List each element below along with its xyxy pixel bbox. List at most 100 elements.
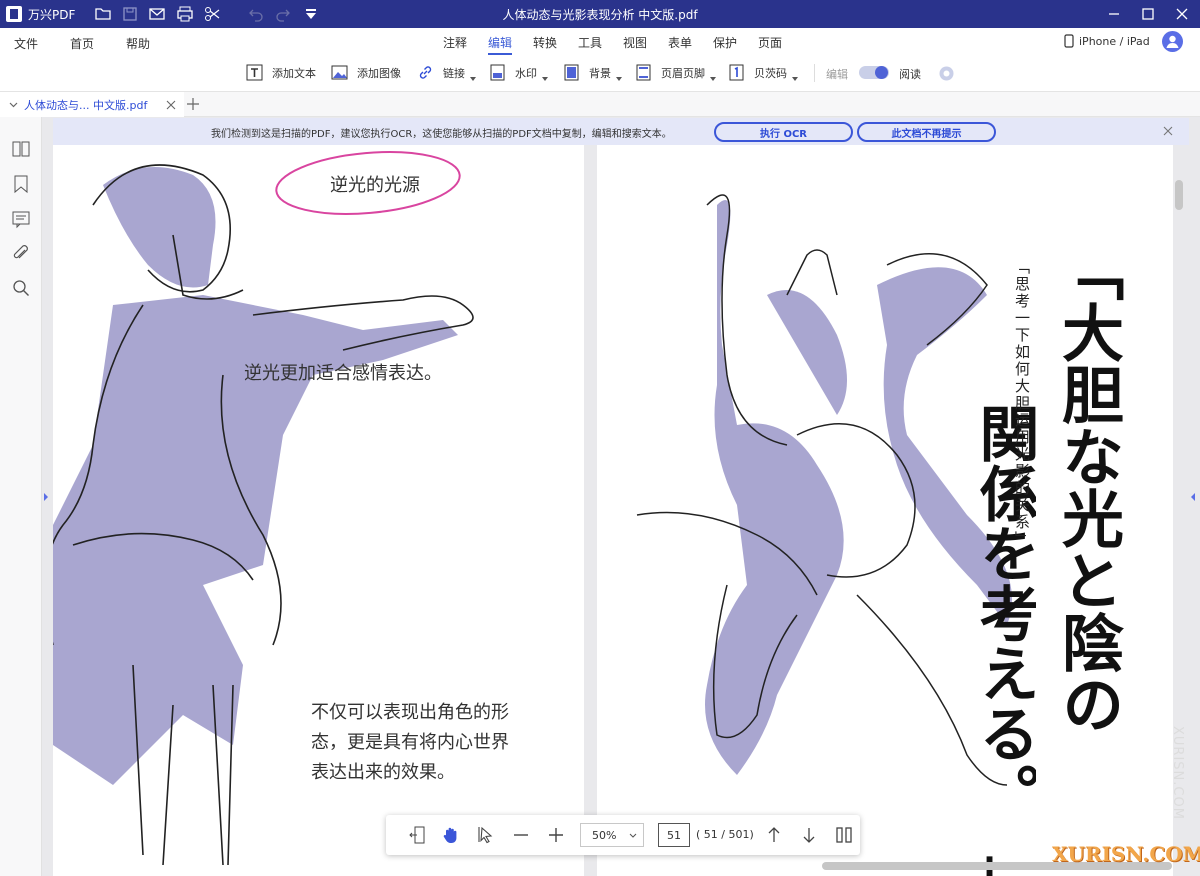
vertical-scrollbar[interactable] — [1175, 180, 1183, 210]
navigation-toolbar: 50% 51 ( 51 / 501) — [386, 815, 860, 855]
settings-gear-icon[interactable] — [937, 64, 956, 83]
bates-number-icon — [729, 64, 744, 81]
background-button[interactable]: 背景 — [563, 64, 622, 81]
tab-edit[interactable]: 编辑 — [488, 34, 513, 55]
watermark-icon — [490, 64, 505, 81]
header-footer-dropdown-icon[interactable] — [710, 76, 716, 81]
pdf-page-right: 「大胆な光と陰の 関係を考える。 「思考一下如何大胆运用光影的关系」 」 — [597, 145, 1173, 876]
undo-icon[interactable] — [247, 5, 265, 23]
watermark-dropdown-icon[interactable] — [542, 76, 548, 81]
right-panel-toggle-icon[interactable] — [1190, 492, 1196, 502]
tab-convert[interactable]: 转换 — [533, 34, 557, 51]
page-number-input[interactable]: 51 — [658, 823, 690, 847]
toolbar-divider — [814, 64, 815, 82]
chevron-down-icon[interactable] — [9, 100, 18, 109]
add-image-button[interactable]: 添加图像 — [331, 64, 401, 81]
site-watermark: XURISN.COM — [1052, 842, 1200, 866]
tab-page[interactable]: 页面 — [758, 34, 782, 51]
new-tab-icon[interactable] — [186, 97, 200, 111]
app-name: 万兴PDF — [28, 8, 76, 22]
watermark-button[interactable]: 水印 — [489, 64, 548, 81]
bubble-text: 逆光的光源 — [330, 175, 420, 196]
attachment-icon[interactable] — [11, 244, 31, 264]
chevron-down-icon — [629, 833, 637, 838]
redo-icon[interactable] — [274, 5, 292, 23]
bates-button[interactable]: 贝茨码 — [728, 64, 798, 81]
minimize-icon[interactable] — [1104, 4, 1124, 24]
ocr-close-icon[interactable] — [1163, 126, 1173, 136]
tab-view[interactable]: 视图 — [623, 34, 647, 51]
previous-page-icon[interactable] — [764, 825, 784, 845]
scissors-icon[interactable] — [203, 5, 221, 23]
ocr-message: 我们检测到这是扫描的PDF，建议您执行OCR，这使您能够从扫描的PDF文档中复制… — [211, 129, 672, 140]
zoom-in-icon[interactable] — [546, 825, 566, 845]
link-label: 链接 — [443, 66, 465, 80]
document-tab-bar: 人体动态与... 中文版.pdf — [0, 92, 1200, 117]
tab-form[interactable]: 表单 — [668, 34, 692, 51]
add-image-label: 添加图像 — [357, 66, 401, 80]
run-ocr-button[interactable]: 执行 OCR — [714, 122, 853, 142]
fit-width-icon[interactable] — [408, 825, 428, 845]
thumbnails-icon[interactable] — [11, 139, 31, 159]
add-text-button[interactable]: 添加文本 — [246, 64, 316, 81]
app-logo-icon — [6, 6, 22, 22]
email-icon[interactable] — [148, 5, 166, 23]
ocr-notification-bar: 我们检测到这是扫描的PDF，建议您执行OCR，这使您能够从扫描的PDF文档中复制… — [53, 118, 1189, 145]
zoom-value: 50% — [592, 828, 617, 842]
link-button[interactable]: 链接 — [417, 64, 476, 81]
text-box-icon — [246, 64, 263, 81]
document-tab[interactable]: 人体动态与... 中文版.pdf — [0, 92, 184, 117]
tab-comment[interactable]: 注释 — [443, 34, 467, 51]
menu-file[interactable]: 文件 — [14, 35, 38, 52]
tab-protect[interactable]: 保护 — [713, 34, 737, 51]
header-footer-button[interactable]: 页眉页脚 — [635, 64, 716, 81]
tab-title: 人体动态与... 中文版.pdf — [24, 98, 148, 112]
bates-dropdown-icon[interactable] — [792, 76, 798, 81]
left-sidebar — [0, 117, 42, 876]
edit-read-toggle[interactable] — [859, 66, 889, 79]
comment-icon[interactable] — [11, 209, 31, 229]
link-dropdown-icon[interactable] — [470, 76, 476, 81]
caption-line: 态，更是具有将内心世界 — [311, 732, 509, 753]
quick-access-dropdown-icon[interactable] — [302, 5, 320, 23]
background-dropdown-icon[interactable] — [616, 76, 622, 81]
page-count: ( 51 / 501) — [696, 828, 754, 841]
two-page-view-icon[interactable] — [834, 825, 854, 845]
watermark-label: 水印 — [515, 66, 537, 80]
bates-label: 贝茨码 — [754, 66, 787, 80]
vertical-watermark: XURISN.COM — [1170, 726, 1185, 820]
menu-home[interactable]: 首页 — [70, 35, 94, 52]
zoom-select[interactable]: 50% — [580, 823, 644, 847]
phone-icon — [1064, 34, 1074, 48]
save-icon[interactable] — [121, 5, 139, 23]
dont-remind-button[interactable]: 此文档不再提示 — [857, 122, 996, 142]
open-folder-icon[interactable] — [94, 5, 112, 23]
user-avatar[interactable] — [1162, 31, 1183, 52]
background-icon — [564, 64, 579, 81]
header-footer-icon — [636, 64, 651, 81]
tab-tools[interactable]: 工具 — [578, 34, 602, 51]
next-page-icon[interactable] — [799, 825, 819, 845]
device-label: iPhone / iPad — [1079, 34, 1150, 48]
image-icon — [331, 65, 348, 80]
select-cursor-icon[interactable] — [476, 825, 496, 845]
vertical-title-col1: 「大胆な光と陰の — [1051, 239, 1124, 735]
maximize-icon[interactable] — [1138, 4, 1158, 24]
header-footer-label: 页眉页脚 — [661, 66, 705, 80]
tab-close-icon[interactable] — [166, 100, 176, 110]
close-icon[interactable] — [1172, 4, 1192, 24]
edit-mode-label: 编辑 — [826, 68, 848, 81]
edit-toolbar: 添加文本 添加图像 链接 水印 背景 页眉页脚 贝茨码 编辑 阅读 — [0, 56, 1200, 92]
menu-bar: 文件 首页 帮助 注释 编辑 转换 工具 视图 表单 保护 页面 iPhone … — [0, 28, 1200, 56]
menu-help[interactable]: 帮助 — [126, 35, 150, 52]
print-icon[interactable] — [176, 5, 194, 23]
hand-tool-icon[interactable] — [441, 825, 461, 845]
zoom-out-icon[interactable] — [511, 825, 531, 845]
search-icon[interactable] — [11, 278, 31, 298]
device-link[interactable]: iPhone / iPad — [1064, 34, 1150, 48]
add-text-label: 添加文本 — [272, 66, 316, 80]
caption-line: 不仅可以表现出角色的形 — [311, 702, 509, 723]
left-panel-toggle-icon[interactable] — [43, 492, 49, 502]
caption-expression: 不仅可以表现出角色的形 态，更是具有将内心世界 表达出来的效果。 — [311, 698, 509, 788]
bookmark-icon[interactable] — [11, 174, 31, 194]
